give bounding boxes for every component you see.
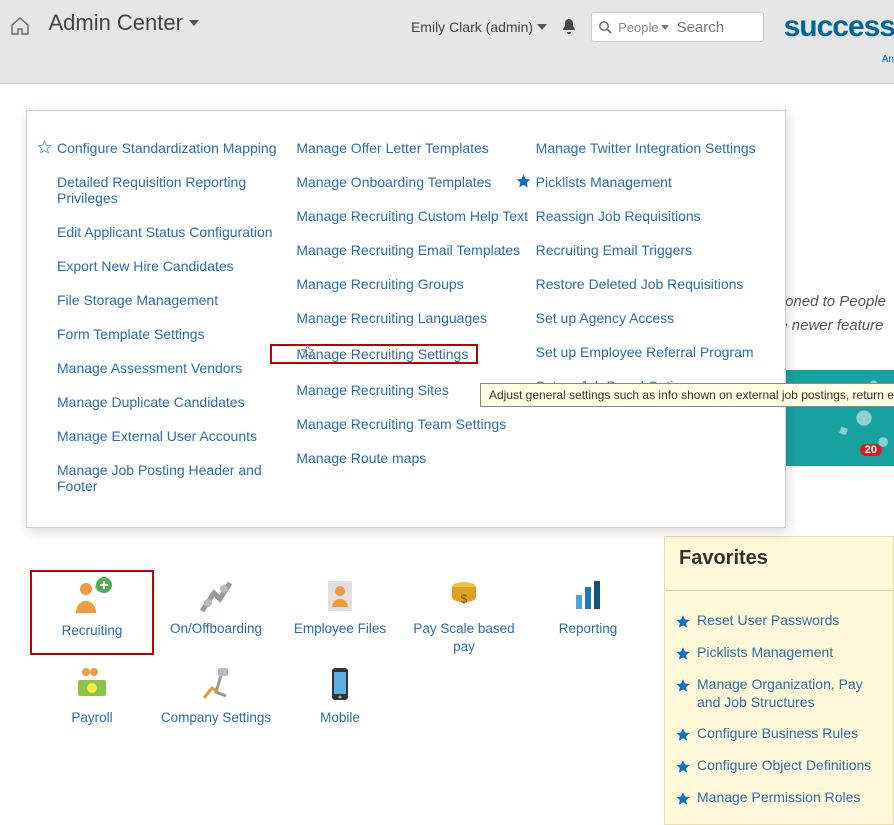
- dropdown-item[interactable]: Manage Recruiting Email Templates: [296, 233, 535, 267]
- dropdown-column: Configure Standardization MappingDetaile…: [57, 131, 296, 503]
- user-menu[interactable]: Emily Clark (admin): [411, 19, 533, 35]
- dropdown-item[interactable]: Edit Applicant Status Configuration: [57, 215, 296, 249]
- star-icon[interactable]: [516, 174, 531, 189]
- favorites-title: Favorites: [665, 537, 893, 576]
- dropdown-item[interactable]: Manage External User Accounts: [57, 419, 296, 453]
- dropdown-item[interactable]: Manage Twitter Integration Settings: [536, 131, 775, 165]
- tool-tile-recruiting[interactable]: Recruiting: [30, 570, 154, 655]
- background-content: sitioned to People the newer feature dat…: [0, 90, 894, 104]
- dropdown-item[interactable]: Restore Deleted Job Requisitions: [536, 267, 775, 301]
- promo-badge: 20: [860, 444, 882, 456]
- tool-label: Payroll: [30, 709, 154, 727]
- tool-tile-company-settings[interactable]: Company Settings: [154, 659, 278, 727]
- dropdown-item[interactable]: Set up Agency Access: [536, 301, 775, 335]
- brand-subtext: An: [882, 54, 894, 65]
- star-icon: [675, 678, 691, 694]
- favorites-list: Reset User PasswordsPicklists Management…: [665, 601, 893, 824]
- svg-text:$: $: [461, 592, 468, 606]
- tool-tile-mobile[interactable]: Mobile: [278, 659, 402, 727]
- dropdown-item[interactable]: Manage Assessment Vendors: [57, 351, 296, 385]
- dropdown-item[interactable]: Manage Recruiting Custom Help Text: [296, 199, 535, 233]
- dropdown-item[interactable]: Manage Duplicate Candidates: [57, 385, 296, 419]
- tool-tile-employee-files[interactable]: Employee Files: [278, 570, 402, 655]
- dropdown-item[interactable]: Picklists Management: [536, 165, 775, 199]
- star-icon[interactable]: [300, 344, 315, 359]
- favorite-item[interactable]: Reset User Passwords: [671, 605, 887, 637]
- dropdown-item[interactable]: File Storage Management: [57, 283, 296, 317]
- caret-down-icon[interactable]: [189, 20, 199, 26]
- tool-label: Company Settings: [154, 709, 278, 727]
- dropdown-item[interactable]: Configure Standardization Mapping: [57, 131, 296, 165]
- dropdown-item[interactable]: Manage Recruiting Team Settings: [296, 407, 535, 441]
- page-title[interactable]: Admin Center: [48, 10, 183, 35]
- dropdown-item[interactable]: Manage Route maps: [296, 441, 535, 475]
- dropdown-item[interactable]: Manage Offer Letter Templates: [296, 131, 535, 165]
- tool-label: Pay Scale based pay: [402, 620, 526, 655]
- tool-icon: [278, 570, 402, 620]
- favorites-panel: Favorites Reset User PasswordsPicklists …: [664, 536, 894, 825]
- brand-logo: successf: [784, 10, 894, 44]
- tool-tile-payroll[interactable]: Payroll: [30, 659, 154, 727]
- favorite-item[interactable]: Manage Organization, Pay and Job Structu…: [671, 669, 887, 718]
- notifications-icon[interactable]: [561, 18, 577, 36]
- star-icon: [675, 791, 691, 807]
- tool-icon: $: [402, 570, 526, 620]
- tool-tile-reporting[interactable]: Reporting: [526, 570, 650, 655]
- favorite-item[interactable]: Picklists Management: [671, 637, 887, 669]
- tooltip: Adjust general settings such as info sho…: [480, 383, 894, 407]
- favorite-item[interactable]: Manage Permission Roles: [671, 782, 887, 814]
- global-search[interactable]: People: [591, 12, 763, 42]
- caret-down-icon[interactable]: [661, 25, 669, 30]
- dropdown-item[interactable]: Reassign Job Requisitions: [536, 199, 775, 233]
- topbar-right: Emily Clark (admin) People successf An: [411, 10, 894, 44]
- admin-dropdown: Configure Standardization MappingDetaile…: [26, 110, 786, 528]
- tool-label: On/Offboarding: [154, 620, 278, 638]
- dropdown-item[interactable]: Set up Employee Referral Program: [536, 335, 775, 369]
- star-icon: [675, 646, 691, 662]
- dropdown-column: Manage Offer Letter TemplatesManage Onbo…: [296, 131, 535, 503]
- dropdown-item[interactable]: Recruiting Email Triggers: [536, 233, 775, 267]
- star-icon: [675, 727, 691, 743]
- dropdown-item[interactable]: Manage Recruiting Languages: [296, 301, 535, 335]
- star-icon[interactable]: [37, 140, 52, 155]
- search-icon: [598, 20, 612, 34]
- tool-icon: [30, 659, 154, 709]
- search-scope-label[interactable]: People: [618, 20, 658, 35]
- dropdown-item[interactable]: Export New Hire Candidates: [57, 249, 296, 283]
- dropdown-item[interactable]: Form Template Settings: [57, 317, 296, 351]
- favorite-item[interactable]: Configure Object Definitions: [671, 750, 887, 782]
- tool-icon: [278, 659, 402, 709]
- caret-down-icon[interactable]: [537, 24, 547, 30]
- tool-tile-pay-scale-based-pay[interactable]: $ Pay Scale based pay: [402, 570, 526, 655]
- tool-icon: [526, 570, 650, 620]
- tool-label: Mobile: [278, 709, 402, 727]
- home-icon[interactable]: [10, 17, 30, 35]
- dropdown-item[interactable]: Detailed Requisition Reporting Privilege…: [57, 165, 296, 215]
- star-icon: [675, 759, 691, 775]
- divider: [665, 590, 893, 591]
- favorite-item[interactable]: Configure Business Rules: [671, 718, 887, 750]
- tool-icon: [32, 572, 152, 622]
- tool-label: Employee Files: [278, 620, 402, 638]
- star-icon: [675, 614, 691, 630]
- topbar: Admin Center Emily Clark (admin) People …: [0, 0, 894, 84]
- tool-label: Reporting: [526, 620, 650, 638]
- tool-grid: RecruitingOn/OffboardingEmployee Files $ P…: [30, 570, 650, 731]
- tool-tile-on-offboarding[interactable]: On/Offboarding: [154, 570, 278, 655]
- tool-icon: [154, 570, 278, 620]
- tool-label: Recruiting: [32, 622, 152, 640]
- dropdown-item[interactable]: Manage Recruiting Settings: [296, 335, 535, 373]
- dropdown-item[interactable]: Manage Recruiting Groups: [296, 267, 535, 301]
- dropdown-column: Manage Twitter Integration SettingsPickl…: [536, 131, 775, 503]
- dropdown-item[interactable]: Manage Onboarding Templates: [296, 165, 535, 199]
- search-input[interactable]: [677, 19, 757, 36]
- tool-icon: [154, 659, 278, 709]
- dropdown-item[interactable]: Manage Job Posting Header and Footer: [57, 453, 296, 503]
